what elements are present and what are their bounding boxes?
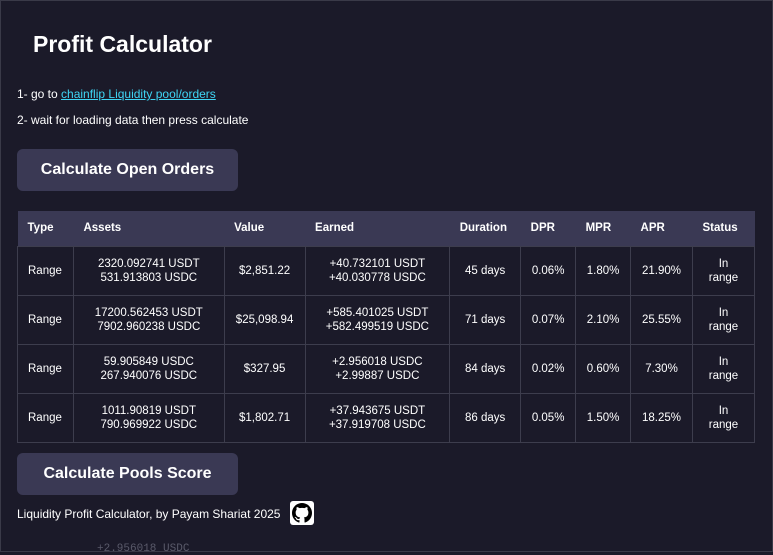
value-cell: $25,098.94 (223, 294, 306, 345)
status-cell-line: In (718, 257, 729, 270)
table-body: Range 2320.092741 USDT 531.913803 USDC $2,8… (17, 245, 756, 443)
status-cell-line: range (708, 418, 739, 431)
status-cell: In range (691, 294, 756, 345)
column-header-apr: APR (630, 211, 693, 246)
apr-cell: 25.55% (630, 294, 693, 345)
dpr-cell: 0.07% (520, 294, 577, 345)
type-cell: Range (17, 392, 74, 443)
chainflip-pool-link[interactable]: chainflip Liquidity pool/orders (61, 87, 216, 101)
earned-cell: +40.732101 USDT +40.030778 USDC (304, 245, 451, 296)
value-cell: $1,802.71 (223, 392, 306, 443)
earned-cell-line: +2.956018 USDC (332, 355, 423, 368)
table-row: Range 1011.90819 USDT 790.969922 USDC $1,80… (17, 392, 756, 443)
earned-cell-line: +37.919708 USDC (328, 418, 426, 431)
column-header-assets: Assets (73, 211, 225, 246)
mpr-cell: 1.50% (575, 392, 632, 443)
apr-cell: 18.25% (630, 392, 693, 443)
earned-cell-line: +40.030778 USDC (328, 271, 426, 284)
status-cell-line: In (718, 306, 729, 319)
dpr-cell: 0.02% (520, 343, 577, 394)
earned-cell-line: +37.943675 USDT (329, 404, 426, 417)
instruction-step-2: 2- wait for loading data then press calc… (17, 113, 249, 127)
assets-cell: 2320.092741 USDT 531.913803 USDC (72, 245, 225, 296)
footer-credit: Liquidity Profit Calculator, by Payam Sh… (17, 507, 281, 521)
status-cell-line: range (708, 320, 739, 333)
duration-cell: 86 days (449, 392, 522, 443)
background-text-fragment: +2.956018 USDC (97, 543, 190, 555)
earned-cell-line: +2.99887 USDC (335, 369, 420, 382)
duration-cell: 84 days (449, 343, 522, 394)
status-cell: In range (691, 343, 756, 394)
apr-cell: 21.90% (630, 245, 693, 296)
dpr-cell: 0.05% (520, 392, 577, 443)
assets-cell-line: 7902.960238 USDC (97, 320, 201, 333)
assets-cell: 59.905849 USDC 267.940076 USDC (72, 343, 225, 394)
assets-cell-line: 2320.092741 USDT (97, 257, 200, 270)
value-cell: $327.95 (223, 343, 306, 394)
status-cell-line: range (708, 369, 739, 382)
status-cell-line: In (718, 404, 729, 417)
assets-cell-line: 267.940076 USDC (100, 369, 198, 382)
instruction-step-1: 1- go to chainflip Liquidity pool/orders (17, 87, 216, 101)
assets-cell-line: 531.913803 USDC (100, 271, 198, 284)
page-title: Profit Calculator (33, 31, 212, 57)
calculate-open-orders-button[interactable]: Calculate Open Orders (17, 149, 238, 191)
orders-table: Type Assets Value Earned Duration DPR MPR APR St… (17, 211, 756, 443)
earned-cell: +585.401025 USDT +582.499519 USDC (304, 294, 451, 345)
status-cell: In range (691, 392, 756, 443)
column-header-earned: Earned (305, 211, 450, 246)
earned-cell: +2.956018 USDC +2.99887 USDC (304, 343, 451, 394)
table-row: Range 2320.092741 USDT 531.913803 USDC $2,8… (17, 245, 756, 296)
table-row: Range 59.905849 USDC 267.940076 USDC $327.9… (17, 343, 756, 394)
assets-cell-line: 59.905849 USDC (103, 355, 194, 368)
earned-cell-line: +582.499519 USDC (325, 320, 429, 333)
type-cell: Range (17, 294, 74, 345)
assets-cell: 17200.562453 USDT 7902.960238 USDC (72, 294, 225, 345)
github-link[interactable] (290, 501, 314, 525)
earned-cell-line: +40.732101 USDT (329, 257, 426, 270)
mpr-cell: 1.80% (575, 245, 632, 296)
duration-cell: 71 days (449, 294, 522, 345)
value-cell: $2,851.22 (223, 245, 306, 296)
mpr-cell: 0.60% (575, 343, 632, 394)
table-row: Range 17200.562453 USDT 7902.960238 USDC $2… (17, 294, 756, 345)
calculate-pools-score-button[interactable]: Calculate Pools Score (17, 453, 238, 495)
status-cell: In range (691, 245, 756, 296)
table-header-row: Type Assets Value Earned Duration DPR MPR APR St… (17, 211, 755, 246)
mpr-cell: 2.10% (575, 294, 632, 345)
type-cell: Range (17, 343, 74, 394)
status-cell-line: range (708, 271, 739, 284)
instruction-step-1-text: 1- go to (17, 87, 62, 101)
duration-cell: 45 days (449, 245, 522, 296)
status-cell-line: In (718, 355, 729, 368)
github-icon (292, 503, 312, 523)
column-header-mpr: MPR (575, 211, 631, 246)
column-header-value: Value (224, 211, 306, 246)
assets-cell-line: 17200.562453 USDT (94, 306, 203, 319)
earned-cell-line: +585.401025 USDT (326, 306, 429, 319)
column-header-duration: Duration (449, 211, 521, 246)
earned-cell: +37.943675 USDT +37.919708 USDC (304, 392, 451, 443)
type-cell: Range (17, 245, 74, 296)
assets-cell-line: 1011.90819 USDT (101, 404, 196, 417)
assets-cell-line: 790.969922 USDC (100, 418, 198, 431)
column-header-status: Status (692, 211, 755, 246)
apr-cell: 7.30% (630, 343, 693, 394)
column-header-type: Type (17, 211, 74, 246)
column-header-dpr: DPR (520, 211, 576, 246)
dpr-cell: 0.06% (520, 245, 577, 296)
assets-cell: 1011.90819 USDT 790.969922 USDC (72, 392, 225, 443)
